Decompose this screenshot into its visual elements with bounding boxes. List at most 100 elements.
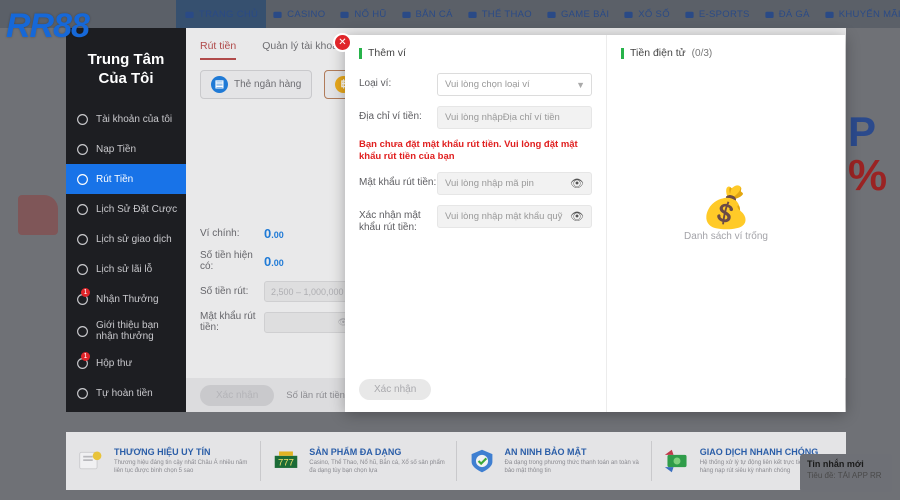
sidebar-item-label: Rút Tiền bbox=[96, 173, 134, 185]
nav-item-8[interactable]: ĐÁ GÀ bbox=[764, 9, 810, 20]
nav-item-label: TRANG CHỦ bbox=[199, 8, 259, 20]
crypto-empty-state: 💰 Danh sách ví trống bbox=[607, 185, 845, 242]
nav-item-4[interactable]: THỂ THAO bbox=[467, 9, 532, 20]
lottery-ball-icon bbox=[623, 9, 634, 20]
promo-banner-left bbox=[18, 195, 58, 235]
form-input-3[interactable]: 👁 bbox=[264, 311, 356, 333]
sidebar-item-label: Nạp Tiền bbox=[96, 143, 137, 155]
footer-title: AN NINH BẢO MẬT bbox=[504, 447, 587, 457]
sidebar-item-2[interactable]: Rút Tiền bbox=[66, 164, 186, 194]
add-wallet-modal: ✕ Thêm ví Loại ví: Vui lòng chọn loại ví… bbox=[333, 33, 845, 412]
form-input-2[interactable]: 2,500 – 1,000,000 bbox=[264, 281, 356, 302]
sidebar-item-0[interactable]: Tài khoản của tôi bbox=[66, 104, 186, 134]
site-logo[interactable]: RR88 bbox=[6, 4, 136, 48]
notification-toast[interactable]: Tin nhắn mới Tiêu đề: TẢI APP RR bbox=[800, 454, 892, 492]
nav-item-label: XỔ SỐ bbox=[638, 8, 670, 20]
form-label-0: Ví chính: bbox=[200, 228, 240, 239]
nav-item-7[interactable]: E-SPORTS bbox=[684, 9, 750, 20]
nav-item-label: BẮN CÁ bbox=[415, 8, 453, 20]
tab-0[interactable]: Rút tiền bbox=[200, 40, 237, 60]
form-value-1: 0.00 bbox=[264, 253, 284, 269]
crypto-title-text: Tiền điện tử bbox=[630, 47, 686, 59]
wallet-address-row: Địa chỉ ví tiền: Vui lòng nhậpĐịa chỉ ví… bbox=[359, 106, 592, 129]
sidebar-item-1[interactable]: Nạp Tiền bbox=[66, 134, 186, 164]
nav-item-2[interactable]: NỔ HŨ bbox=[339, 9, 386, 20]
pin-input[interactable]: Vui lòng nhập mã pin bbox=[437, 172, 592, 195]
certificate-icon bbox=[76, 447, 106, 475]
modal-right-pane: Tiền điện tử (0/3) 💰 Danh sách ví trống bbox=[607, 35, 845, 412]
footer-title: SẢN PHẨM ĐA DẠNG bbox=[309, 447, 402, 457]
confirm-pin-label: Xác nhận mật khẩu rút tiền: bbox=[359, 210, 421, 233]
nav-item-3[interactable]: BẮN CÁ bbox=[401, 9, 453, 20]
wallet-type-label: Loại ví: bbox=[359, 78, 392, 89]
slot-777-icon: 777 bbox=[271, 447, 301, 475]
section-accent-bar bbox=[359, 47, 362, 59]
sidebar-item-9[interactable]: Tự hoàn tiền bbox=[66, 378, 186, 408]
nav-item-1[interactable]: CASINO bbox=[272, 9, 325, 20]
eye-icon-confirm[interactable]: 👁 bbox=[570, 210, 584, 223]
sidebar-item-7[interactable]: Giới thiệu bạn nhận thưởng bbox=[66, 314, 186, 348]
sidebar-title-line2: Của Tôi bbox=[98, 70, 154, 87]
shield-check-icon bbox=[467, 447, 497, 475]
sidebar-item-3[interactable]: Lịch Sử Đặt Cược bbox=[66, 194, 186, 224]
sidebar-item-label: Lịch Sử Đặt Cược bbox=[96, 203, 178, 215]
profit-loss-icon bbox=[76, 263, 89, 276]
modal-confirm-button[interactable]: Xác nhận bbox=[359, 379, 432, 400]
reward-icon: 1 bbox=[76, 287, 90, 306]
sidebar-item-8[interactable]: 1 Hộp thư bbox=[66, 348, 186, 378]
fast-money-icon bbox=[662, 447, 692, 475]
footer-features: THƯƠNG HIỆU UY TÍN Thương hiệu đáng tin c… bbox=[66, 432, 846, 490]
notification-badge: 1 bbox=[81, 351, 90, 361]
pin-label: Mật khẩu rút tiền: bbox=[359, 177, 437, 188]
bank-card-icon: ▤ bbox=[211, 76, 228, 93]
withdraw-icon bbox=[76, 173, 89, 186]
form-label-2: Số tiền rút: bbox=[200, 286, 249, 297]
svg-text:777: 777 bbox=[278, 457, 294, 468]
sidebar-item-5[interactable]: Lịch sử lãi lỗ bbox=[66, 254, 186, 284]
modal-title-text: Thêm ví bbox=[368, 47, 406, 59]
user-account-icon bbox=[76, 113, 89, 126]
mailbox-icon: 1 bbox=[76, 351, 90, 370]
method-label: Thẻ ngân hàng bbox=[234, 79, 302, 90]
sidebar-item-label: Tự hoàn tiền bbox=[96, 387, 153, 399]
transaction-history-icon bbox=[76, 233, 89, 246]
wallet-address-field: Vui lòng nhậpĐịa chỉ ví tiền bbox=[437, 106, 592, 129]
form-label-3: Mật khẩu rút tiền: bbox=[200, 311, 256, 333]
sidebar-item-label: Giới thiệu bạn nhận thưởng bbox=[96, 320, 159, 342]
nav-item-label: KHUYẾN MÃI bbox=[838, 8, 900, 20]
sidebar-item-6[interactable]: 1 Nhận Thưởng bbox=[66, 284, 186, 314]
footer-column-0: THƯƠNG HIỆU UY TÍN Thương hiệu đáng tin c… bbox=[66, 441, 262, 481]
nav-item-9[interactable]: KHUYẾN MÃI bbox=[824, 9, 900, 20]
rooster-icon bbox=[764, 9, 775, 20]
sidebar-item-4[interactable]: Lịch sử giao dịch bbox=[66, 224, 186, 254]
tab-1[interactable]: Quản lý tài khoản bbox=[262, 40, 344, 60]
fish-icon bbox=[401, 9, 412, 20]
nav-item-0[interactable]: TRANG CHỦ bbox=[176, 0, 267, 28]
wallet-type-select[interactable]: Vui lòng chọn loại ví bbox=[437, 73, 592, 96]
form-value-0: 0.00 bbox=[264, 226, 284, 241]
confirm-withdraw-button[interactable]: Xác nhận bbox=[200, 384, 275, 406]
eye-icon[interactable]: 👁 bbox=[570, 177, 584, 190]
form-label-1: Số tiền hiện có: bbox=[200, 250, 253, 272]
sidebar: Trung Tâm Của Tôi Tài khoản của tôi Nạp T… bbox=[66, 28, 186, 412]
confirm-pin-input[interactable]: Vui lòng nhập mật khẩu quỹ bbox=[437, 205, 592, 228]
close-icon[interactable]: ✕ bbox=[333, 33, 352, 52]
toast-title: Tin nhắn mới bbox=[807, 459, 864, 469]
rebate-icon bbox=[76, 387, 89, 400]
nav-item-label: THỂ THAO bbox=[481, 8, 532, 20]
promo-letter: P bbox=[848, 110, 877, 155]
confirm-pin-field: Vui lòng nhập mật khẩu quỹ 👁 bbox=[437, 205, 592, 228]
nav-item-5[interactable]: GAME BÀI bbox=[546, 9, 609, 20]
method-button-0[interactable]: ▤ Thẻ ngân hàng bbox=[200, 70, 313, 99]
footer-text-1: SẢN PHẨM ĐA DẠNG Casino, Thể Thao, Nổ hũ,… bbox=[309, 447, 445, 475]
footer-text-0: THƯƠNG HIỆU UY TÍN Thương hiệu đáng tin c… bbox=[114, 447, 250, 475]
modal-left-pane: Thêm ví Loại ví: Vui lòng chọn loại ví ▼… bbox=[345, 35, 607, 412]
crown-icon bbox=[184, 9, 195, 20]
sidebar-title: Trung Tâm Của Tôi bbox=[66, 50, 186, 88]
nav-item-label: ĐÁ GÀ bbox=[778, 8, 810, 20]
money-bag-icon-right: 💰 bbox=[701, 186, 751, 230]
wallet-type-row: Loại ví: Vui lòng chọn loại ví ▼ bbox=[359, 73, 592, 96]
sidebar-item-label: Hộp thư bbox=[96, 357, 133, 369]
nav-item-6[interactable]: XỔ SỐ bbox=[623, 9, 670, 20]
wallet-address-input[interactable]: Vui lòng nhậpĐịa chỉ ví tiền bbox=[437, 106, 592, 129]
